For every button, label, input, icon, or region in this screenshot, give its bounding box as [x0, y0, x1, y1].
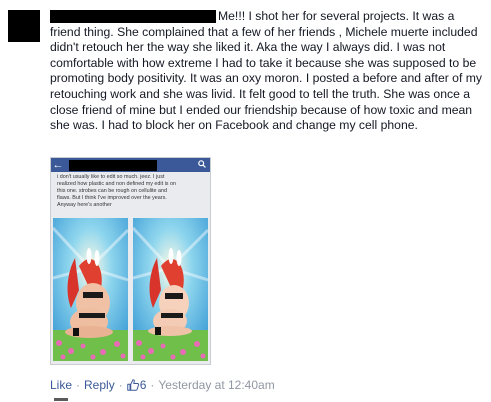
reply-link[interactable]: Reply [84, 378, 115, 392]
next-item-edge [54, 398, 68, 401]
timestamp[interactable]: Yesterday at 12:40am [158, 378, 274, 392]
search-icon [198, 160, 206, 170]
facebook-header-bar: ← [51, 158, 210, 172]
after-photo [133, 218, 208, 361]
separator: · [150, 378, 155, 392]
back-arrow-icon: ← [52, 159, 64, 171]
attached-post-text: i don't usually like to edit so much. je… [57, 174, 176, 209]
like-count-number: 6 [139, 378, 147, 392]
comment-actions: Like · Reply · 6 · Yesterday at 12:40am [50, 378, 275, 392]
before-photo [53, 218, 128, 361]
name-redaction-bar [69, 159, 157, 171]
separator: · [76, 378, 81, 392]
commenter-name-redacted[interactable] [50, 10, 216, 23]
attached-screenshot[interactable]: ← i don't usually like to edit so much. … [50, 157, 211, 365]
like-link[interactable]: Like [50, 378, 72, 392]
thumbs-up-icon [126, 379, 139, 391]
avatar-redacted[interactable] [8, 10, 40, 42]
separator: · [118, 378, 123, 392]
comment-text: Me!!! I shot her for several projects. I… [50, 9, 482, 133]
like-count[interactable]: 6 [126, 378, 147, 392]
